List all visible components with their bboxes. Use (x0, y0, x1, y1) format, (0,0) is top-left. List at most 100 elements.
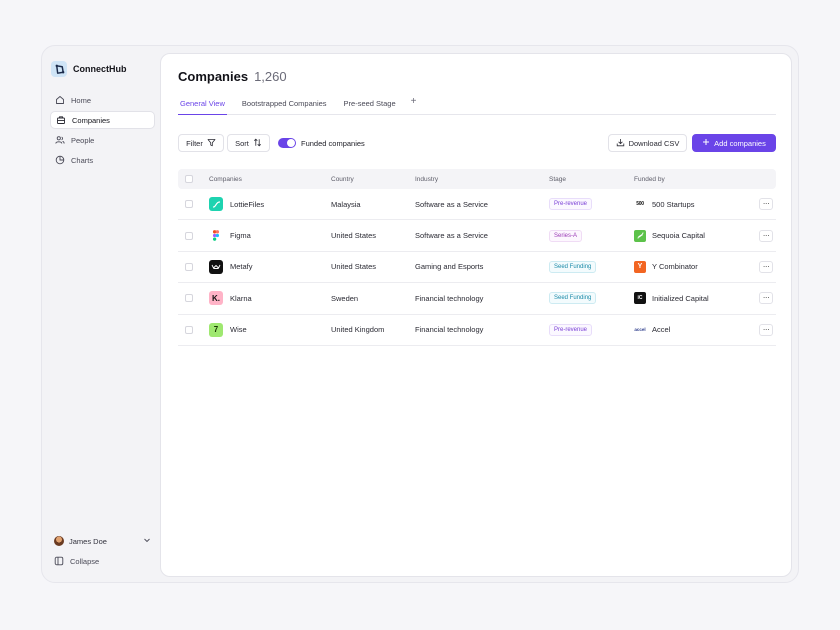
app-window: ConnectHub Home Companies People Charts … (41, 45, 799, 583)
download-csv-button[interactable]: Download CSV (608, 134, 687, 152)
sidebar-item-label: Home (71, 95, 92, 105)
sidebar-item-charts[interactable]: Charts (50, 151, 155, 169)
filter-button[interactable]: Filter (178, 134, 224, 152)
view-tabs: General View Bootstrapped Companies Pre-… (178, 96, 776, 115)
sidebar-item-label: Charts (71, 155, 94, 165)
table-row[interactable]: 7 Wise United Kingdom Financial technolo… (178, 315, 776, 346)
sidebar-item-people[interactable]: People (50, 131, 155, 149)
select-all-checkbox[interactable] (185, 175, 193, 183)
table-row[interactable]: Figma United States Software as a Servic… (178, 220, 776, 252)
row-checkbox[interactable] (185, 262, 193, 271)
sidebar: ConnectHub Home Companies People Charts … (42, 46, 159, 582)
company-count: 1,260 (254, 69, 287, 84)
table-row[interactable]: Metafy United States Gaming and Esports … (178, 252, 776, 284)
table-row[interactable]: LottieFiles Malaysia Software as a Servi… (178, 189, 776, 221)
lottiefiles-logo-icon (209, 197, 223, 212)
page-title: Companies (178, 69, 249, 84)
wise-logo-icon: 7 (209, 322, 223, 337)
chevron-down-icon (143, 536, 151, 546)
add-tab-button[interactable]: + (411, 96, 417, 108)
sidebar-item-home[interactable]: Home (50, 91, 155, 109)
sidebar-bottom: James Doe Collapse (50, 532, 155, 570)
home-icon (55, 95, 65, 105)
add-label: Add companies (714, 138, 766, 148)
industry-cell: Software as a Service (415, 231, 488, 241)
table-row[interactable]: K. Klarna Sweden Financial technology Se… (178, 283, 776, 315)
industry-cell: Financial technology (415, 325, 484, 335)
industry-cell: Financial technology (415, 293, 484, 303)
stage-badge: Seed Funding (549, 292, 597, 305)
main-panel: Companies 1,260 General View Bootstrappe… (160, 53, 792, 577)
country-cell: United States (331, 262, 377, 272)
page-header: Companies 1,260 (178, 69, 287, 84)
sort-icon (253, 138, 262, 149)
toolbar: Filter Sort Funded companies Download CS… (178, 134, 776, 153)
initialized-capital-logo-icon: iC (634, 292, 646, 305)
industry-cell: Gaming and Esports (415, 262, 484, 272)
connecthub-logo-icon (51, 61, 67, 77)
people-icon (55, 135, 65, 145)
collapse-icon (54, 556, 64, 566)
toggle-label: Funded companies (301, 138, 365, 148)
more-options-button[interactable]: ··· (759, 292, 773, 305)
sidebar-item-companies[interactable]: Companies (50, 111, 155, 129)
column-header-funded-by[interactable]: Funded by (634, 176, 756, 183)
collapse-button[interactable]: Collapse (50, 552, 155, 570)
funder-name: Accel (652, 325, 671, 335)
sort-button[interactable]: Sort (227, 134, 270, 152)
stage-badge: Series-A (549, 229, 583, 242)
download-label: Download CSV (628, 138, 680, 148)
company-name: Figma (230, 231, 251, 241)
user-menu[interactable]: James Doe (50, 532, 155, 550)
sequoia-logo-icon (634, 229, 646, 242)
metafy-logo-icon (209, 259, 223, 274)
row-checkbox[interactable] (185, 325, 193, 334)
sidebar-item-label: Companies (72, 115, 110, 125)
sidebar-item-label: People (71, 135, 95, 145)
company-name: Klarna (230, 293, 252, 303)
country-cell: Malaysia (331, 199, 361, 209)
tab-bootstrapped-companies[interactable]: Bootstrapped Companies (240, 96, 329, 115)
country-cell: United States (331, 231, 377, 241)
toggle-knob (287, 139, 295, 147)
country-cell: United Kingdom (331, 325, 385, 335)
tab-general-view[interactable]: General View (178, 96, 227, 115)
more-options-button[interactable]: ··· (759, 229, 773, 242)
app-name: ConnectHub (73, 64, 127, 74)
column-header-companies[interactable]: Companies (209, 176, 331, 183)
funder-name: Y Combinator (652, 262, 698, 272)
accel-logo-icon: accel (634, 323, 646, 336)
more-options-button[interactable]: ··· (759, 260, 773, 273)
funded-companies-toggle[interactable] (278, 138, 296, 148)
klarna-logo-icon: K. (209, 291, 223, 306)
company-name: Wise (230, 325, 247, 335)
user-name: James Doe (69, 536, 107, 546)
filter-icon (207, 138, 216, 149)
industry-cell: Software as a Service (415, 199, 488, 209)
companies-table: Companies Country Industry Stage Funded … (178, 169, 776, 346)
company-name: Metafy (230, 262, 253, 272)
row-checkbox[interactable] (185, 231, 193, 240)
row-checkbox[interactable] (185, 200, 193, 209)
download-icon (616, 138, 625, 149)
building-icon (56, 115, 66, 125)
collapse-label: Collapse (70, 556, 100, 566)
add-companies-button[interactable]: Add companies (692, 134, 776, 152)
column-header-industry[interactable]: Industry (415, 176, 549, 183)
y-combinator-logo-icon: Y (634, 260, 646, 273)
pie-chart-icon (55, 155, 65, 165)
avatar (54, 536, 64, 546)
tab-pre-seed-stage[interactable]: Pre-seed Stage (342, 96, 398, 115)
more-options-button[interactable]: ··· (759, 323, 773, 336)
row-checkbox[interactable] (185, 294, 193, 303)
funder-name: 500 Startups (652, 199, 695, 209)
column-header-country[interactable]: Country (331, 176, 415, 183)
plus-icon (702, 138, 710, 148)
table-header: Companies Country Industry Stage Funded … (178, 169, 776, 189)
figma-logo-icon (209, 228, 223, 243)
stage-badge: Pre-revenue (549, 323, 593, 336)
brand[interactable]: ConnectHub (51, 61, 127, 77)
sidebar-nav: Home Companies People Charts (50, 91, 155, 171)
column-header-stage[interactable]: Stage (549, 176, 634, 183)
more-options-button[interactable]: ··· (759, 198, 773, 211)
